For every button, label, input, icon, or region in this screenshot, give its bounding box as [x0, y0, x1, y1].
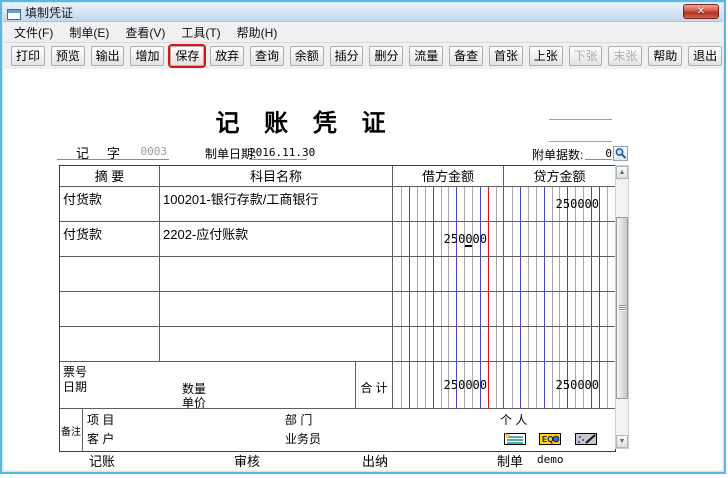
total-credit: 250000 [504, 362, 615, 409]
ticket-cell[interactable]: 票号 日期 数量 单价 [60, 362, 356, 409]
menu-tools[interactable]: 工具(T) [175, 22, 230, 43]
table-row-3-credit[interactable] [504, 292, 615, 327]
scrollbar-thumb[interactable] [616, 217, 628, 399]
menu-file[interactable]: 文件(F) [8, 22, 63, 43]
table-row-1-summary[interactable]: 付货款 [60, 222, 160, 257]
toolbar-help-button[interactable]: 帮助 [648, 46, 682, 66]
audit-label: 审核 [234, 451, 260, 470]
table-row-0-debit[interactable] [393, 187, 504, 222]
table-row-0-credit[interactable]: 250000 [504, 187, 615, 222]
scroll-up-button[interactable]: ▲ [616, 166, 628, 179]
table-row-2-summary[interactable] [60, 257, 160, 292]
voucher-word-suffix: 字 [107, 143, 120, 162]
toolbar-print-button[interactable]: 打印 [11, 46, 45, 66]
table-row-4-account[interactable] [160, 327, 393, 362]
magnifier-icon[interactable] [613, 146, 628, 161]
total-debit: 250000 [393, 362, 504, 409]
titlebar[interactable]: 填制凭证 ✕ [3, 3, 723, 22]
table-row-1-debit[interactable]: 250000 [393, 222, 504, 257]
table-row-1-credit[interactable] [504, 222, 615, 257]
thumb-grip [619, 305, 626, 311]
voucher-title: 记 账 凭 证 [174, 103, 436, 138]
person-label[interactable]: 个 人 [500, 411, 527, 428]
svg-text:EQ: EQ [542, 435, 554, 444]
voucher-number[interactable]: 0003 [141, 145, 168, 158]
toolbar-insert-button[interactable]: 插分 [330, 46, 364, 66]
menu-make[interactable]: 制单(E) [63, 22, 119, 43]
preparer-name: demo [537, 453, 564, 466]
toolbar-discard-button[interactable]: 放弃 [210, 46, 244, 66]
project-label[interactable]: 项 目 [87, 411, 114, 428]
department-label[interactable]: 部 门 [285, 411, 312, 428]
toolbar-first-button[interactable]: 首张 [489, 46, 523, 66]
table-row-3-debit[interactable] [393, 292, 504, 327]
salesman-label[interactable]: 业务员 [285, 430, 321, 447]
table-row-1-account[interactable]: 2202-应付账款 [160, 222, 393, 257]
vertical-scrollbar[interactable]: ▲ ▼ [615, 165, 629, 449]
table-row-0-account[interactable]: 100201-银行存款/工商银行 [160, 187, 393, 222]
text-cursor [465, 245, 472, 247]
header-credit: 贷方金额 [504, 166, 615, 187]
toolbar-previous-button[interactable]: 上张 [529, 46, 563, 66]
window-icon [7, 7, 21, 18]
toolbar-query-button[interactable]: 查询 [250, 46, 284, 66]
menu-help[interactable]: 帮助(H) [231, 22, 288, 43]
remarks-area: 项 目 客 户 部 门 业务员 个 人 EQ [83, 409, 615, 451]
toolbar-flow-button[interactable]: 流量 [409, 46, 443, 66]
header-debit: 借方金额 [393, 166, 504, 187]
close-button[interactable]: ✕ [683, 4, 719, 19]
table-row-2-debit[interactable] [393, 257, 504, 292]
toolbar-save-button[interactable]: 保存 [170, 46, 204, 66]
date-field[interactable]: 2016.11.30 [249, 143, 307, 160]
toolbar-delete-button[interactable]: 删分 [369, 46, 403, 66]
scroll-down-button[interactable]: ▼ [616, 435, 628, 448]
voucher-word-field[interactable]: 记 字 0003 [57, 143, 169, 160]
remarks-label: 备注 [60, 409, 83, 451]
preparer-label: 制单 [497, 451, 523, 470]
table-row-0-summary[interactable]: 付货款 [60, 187, 160, 222]
ticket-date-label: 日期 [63, 378, 87, 395]
table-row-3-account[interactable] [160, 292, 393, 327]
note-icon[interactable] [503, 432, 527, 446]
window-title: 填制凭证 [25, 4, 73, 21]
voucher-table: 摘 要 科目名称 借方金额 贷方金额 付货款 100201-银行存款/工商银行 … [59, 165, 616, 452]
voucher-window: 填制凭证 ✕ 文件(F) 制单(E) 查看(V) 工具(T) 帮助(H) 打印 … [0, 0, 726, 474]
toolbar-reference-button[interactable]: 备查 [449, 46, 483, 66]
voucher-word-prefix: 记 [76, 143, 89, 162]
blank-signature-line [549, 119, 612, 120]
toolbar-next-button: 下张 [569, 46, 603, 66]
total-label: 合 计 [356, 362, 393, 409]
wand-icon[interactable] [574, 432, 598, 446]
header-account: 科目名称 [160, 166, 393, 187]
customer-label[interactable]: 客 户 [87, 430, 114, 447]
table-row-4-summary[interactable] [60, 327, 160, 362]
toolbar-balance-button[interactable]: 余额 [290, 46, 324, 66]
table-row-2-account[interactable] [160, 257, 393, 292]
toolbar: 打印 预览 输出 增加 保存 放弃 查询 余额 插分 删分 流量 备查 首张 上… [4, 42, 722, 69]
ole-object-icon[interactable]: EQ [538, 432, 562, 446]
attachment-count-label: 附单据数: [532, 146, 583, 163]
toolbar-exit-button[interactable]: 退出 [688, 46, 722, 66]
header-summary: 摘 要 [60, 166, 160, 187]
bookkeeping-label: 记账 [89, 451, 115, 470]
toolbar-last-button: 末张 [608, 46, 642, 66]
table-row-4-credit[interactable] [504, 327, 615, 362]
cashier-label: 出纳 [362, 451, 388, 470]
table-row-4-debit[interactable] [393, 327, 504, 362]
voucher-form: 记 账 凭 证 记 字 0003 制单日期: 2016.11.30 附单据数: … [4, 69, 722, 470]
table-row-3-summary[interactable] [60, 292, 160, 327]
toolbar-preview-button[interactable]: 预览 [51, 46, 85, 66]
blank-signature-line [549, 141, 612, 142]
toolbar-output-button[interactable]: 输出 [91, 46, 125, 66]
table-row-2-credit[interactable] [504, 257, 615, 292]
menu-bar: 文件(F) 制单(E) 查看(V) 工具(T) 帮助(H) [4, 23, 722, 42]
menu-view[interactable]: 查看(V) [119, 22, 175, 43]
attachment-count-field[interactable]: 0 [585, 144, 612, 160]
toolbar-add-button[interactable]: 增加 [130, 46, 164, 66]
